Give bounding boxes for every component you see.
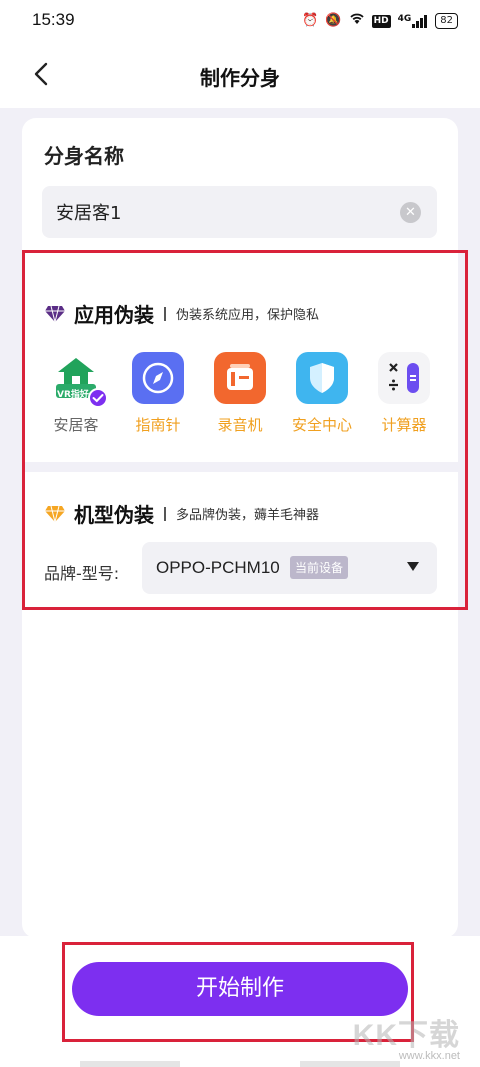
page-title: 制作分身 <box>200 66 280 90</box>
status-icons: ⏰ 🔕 HD 4G 82 <box>302 11 458 31</box>
hd-badge: HD <box>371 14 391 28</box>
watermark-logo: KK下载 <box>352 1019 460 1052</box>
wifi-icon <box>349 11 365 31</box>
battery-indicator: 82 <box>435 13 458 29</box>
clone-name-input[interactable] <box>56 186 386 238</box>
clone-name-field[interactable]: ✕ <box>42 186 437 238</box>
status-bar: 15:39 ⏰ 🔕 HD 4G 82 <box>0 0 480 42</box>
nav-bar: 制作分身 <box>0 42 480 108</box>
clone-name-label: 分身名称 <box>44 144 124 168</box>
start-create-button[interactable]: 开始制作 <box>72 962 408 1016</box>
mute-icon: 🔕 <box>325 13 342 28</box>
annotation-highlight-disguise <box>22 250 468 610</box>
watermark: KK下载 www.kkx.net <box>353 1010 460 1062</box>
gesture-bar <box>80 1061 180 1067</box>
clear-icon[interactable]: ✕ <box>400 202 421 223</box>
alarm-icon: ⏰ <box>302 13 319 28</box>
signal-icon: 4G <box>398 14 429 28</box>
status-time: 15:39 <box>32 10 75 29</box>
